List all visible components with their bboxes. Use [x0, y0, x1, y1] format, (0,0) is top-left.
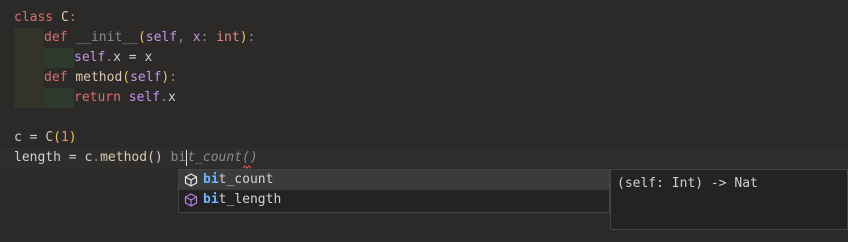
code-line-5[interactable]: return self.x [74, 88, 176, 108]
inline-suggestion: t_count() [187, 150, 258, 165]
indent-guide [14, 28, 44, 48]
code-line-1[interactable]: class C: [14, 8, 77, 28]
suggestion-details: (self: Int) -> Nat [610, 169, 848, 230]
code-line-4[interactable]: def method(self): [44, 68, 177, 88]
code-line-2[interactable]: def __init__(self, x: int): [44, 28, 255, 48]
code-line-7[interactable]: c = C(1) [14, 128, 77, 148]
cube-icon [183, 192, 199, 208]
code-line-3[interactable]: self.x = x [74, 48, 152, 68]
suggestion-list[interactable]: bit_count bit_length [178, 169, 610, 213]
signature-text: (self: Int) -> Nat [617, 176, 758, 191]
suggestion-item-bit-length[interactable]: bit_length [179, 190, 609, 210]
indent-guide [14, 88, 44, 108]
code-editor[interactable]: class C: def __init__(self, x: int): sel… [0, 0, 848, 242]
code-line-8[interactable]: length = c.method() bit_count() [0, 148, 848, 168]
indent-guide [44, 48, 74, 68]
indent-guide [14, 48, 44, 68]
indent-guide [44, 88, 74, 108]
indent-guide [14, 68, 44, 88]
cube-icon [183, 172, 199, 188]
suggestion-item-bit-count[interactable]: bit_count [179, 170, 609, 190]
